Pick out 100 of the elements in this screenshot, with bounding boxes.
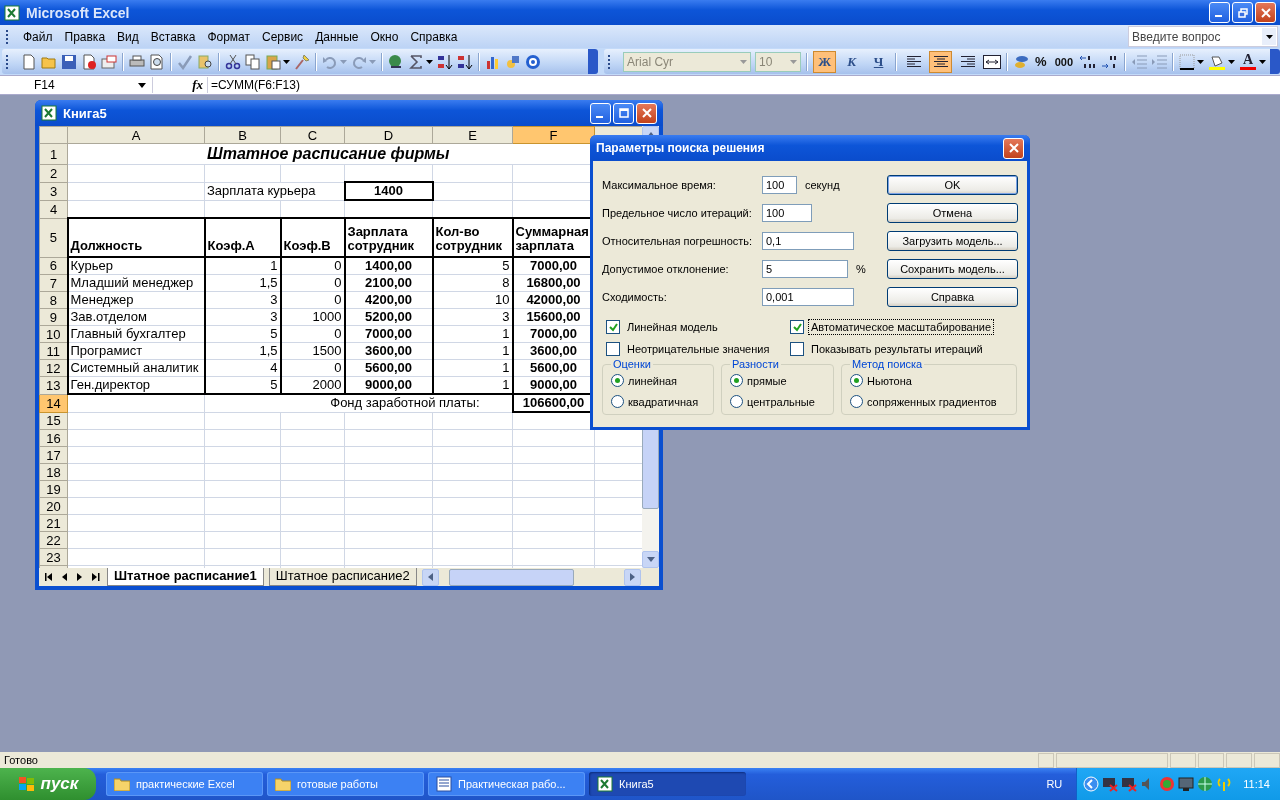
paint-bucket-icon[interactable] <box>1208 53 1226 70</box>
help-search-field[interactable]: Введите вопрос <box>1128 26 1278 47</box>
column-header[interactable]: A <box>67 126 205 144</box>
merge-cells-icon[interactable] <box>983 54 1002 69</box>
menu-item[interactable]: Формат <box>201 27 257 46</box>
sort-ascending-icon[interactable] <box>437 53 453 70</box>
caret-icon[interactable] <box>1228 59 1235 64</box>
input-field[interactable]: 100 <box>762 204 812 222</box>
checkbox[interactable] <box>606 320 620 334</box>
menu-item[interactable]: Вид <box>111 27 145 46</box>
name-box[interactable]: F14 <box>0 77 153 93</box>
chevron-icon[interactable] <box>1083 776 1100 792</box>
clipboard-icon[interactable] <box>265 53 281 70</box>
input-field[interactable]: 5 <box>762 260 848 278</box>
font-style-button[interactable]: К <box>840 50 864 73</box>
caret-icon[interactable] <box>426 59 433 64</box>
checkbox[interactable] <box>790 342 804 356</box>
scroll-thumb[interactable] <box>448 568 574 586</box>
column-header[interactable]: D <box>344 126 433 144</box>
input-field[interactable]: 0,1 <box>762 232 854 250</box>
menu-item[interactable]: Файл <box>17 27 59 46</box>
close-button[interactable] <box>636 102 657 124</box>
row-header[interactable]: 5 <box>39 218 68 257</box>
dialog-button[interactable]: OK <box>887 175 1018 195</box>
taskbar-button[interactable]: готовые работы <box>267 772 424 796</box>
row-header[interactable]: 1 <box>39 143 68 165</box>
taskbar-button[interactable]: практические Excel <box>106 772 263 796</box>
close-button[interactable] <box>1255 2 1276 23</box>
last-sheet-icon[interactable] <box>92 573 100 581</box>
increase-decimal-icon[interactable] <box>1079 53 1097 70</box>
globe-icon[interactable] <box>388 53 404 70</box>
help-icon[interactable] <box>525 53 541 70</box>
radio-button[interactable] <box>730 374 743 387</box>
menu-item[interactable]: Окно <box>364 27 405 46</box>
menu-item[interactable]: Справка <box>404 27 464 46</box>
column-header[interactable]: F <box>512 126 595 144</box>
checkbox[interactable] <box>790 320 804 334</box>
monitor-icon[interactable] <box>1178 776 1195 792</box>
radio-button[interactable] <box>611 395 624 408</box>
sort-descending-icon[interactable] <box>457 53 473 70</box>
align-button[interactable] <box>929 50 953 73</box>
scissors-icon[interactable] <box>225 53 241 70</box>
sigma-icon[interactable] <box>408 53 424 70</box>
dialog-button[interactable]: Загрузить модель... <box>887 231 1018 251</box>
radio-button[interactable] <box>850 374 863 387</box>
book-magnifier-icon[interactable] <box>197 53 213 70</box>
maximize-button[interactable] <box>613 102 634 124</box>
dialog-button[interactable]: Отмена <box>887 203 1018 223</box>
radio-button[interactable] <box>850 395 863 408</box>
shapes-icon[interactable] <box>505 53 521 70</box>
menu-item[interactable]: Вставка <box>144 27 202 46</box>
toolbar-grip[interactable] <box>6 29 11 44</box>
envelope-icon[interactable] <box>101 53 117 70</box>
coins-icon[interactable] <box>1013 53 1030 70</box>
caret-icon[interactable] <box>283 59 290 64</box>
radio-button[interactable] <box>611 374 624 387</box>
decrease-decimal-icon[interactable] <box>1101 53 1119 70</box>
sheet-tab[interactable]: Штатное расписание2 <box>268 568 417 586</box>
checkbox[interactable] <box>606 342 620 356</box>
scroll-down-button[interactable] <box>642 551 659 568</box>
column-header[interactable]: C <box>280 126 345 144</box>
checkmark-icon[interactable] <box>177 53 193 70</box>
menu-item[interactable]: Данные <box>309 27 365 46</box>
radio-button[interactable] <box>730 395 743 408</box>
close-button[interactable] <box>1003 137 1024 159</box>
thousands-button[interactable]: 000 <box>1052 55 1075 68</box>
magnifier-page-icon[interactable] <box>149 53 165 70</box>
taskbar-button[interactable]: Книга5 <box>589 772 746 796</box>
caret-icon[interactable] <box>1259 59 1266 64</box>
monitor-icon[interactable] <box>1102 776 1119 792</box>
borders-icon[interactable] <box>1179 53 1195 70</box>
printer-icon[interactable] <box>129 53 145 70</box>
restore-button[interactable] <box>1232 2 1253 23</box>
input-field[interactable]: 0,001 <box>762 288 854 306</box>
brush-icon[interactable] <box>294 53 310 70</box>
next-sheet-icon[interactable] <box>77 573 83 581</box>
sheet-tab[interactable]: Штатное расписание1 <box>107 568 264 586</box>
input-field[interactable]: 100 <box>762 176 797 194</box>
document-stop-icon[interactable] <box>81 53 97 70</box>
previous-sheet-icon[interactable] <box>62 573 68 581</box>
column-header[interactable]: E <box>432 126 513 144</box>
menu-item[interactable]: Сервис <box>256 27 310 46</box>
caret-icon[interactable] <box>1197 59 1204 64</box>
formula-field[interactable]: =СУММ(F6:F13) <box>207 77 1280 93</box>
menu-item[interactable]: Правка <box>58 27 112 46</box>
scroll-left-button[interactable] <box>421 568 439 586</box>
minimize-button[interactable] <box>590 102 611 124</box>
dialog-button[interactable]: Сохранить модель... <box>887 259 1018 279</box>
toolbar-options-button[interactable] <box>588 49 599 74</box>
font-style-button[interactable]: Ч <box>867 50 891 73</box>
copy-icon[interactable] <box>245 53 261 70</box>
first-sheet-icon[interactable] <box>45 573 53 581</box>
new-document-icon[interactable] <box>21 53 37 70</box>
monitor-icon[interactable] <box>1121 776 1138 792</box>
percent-button[interactable]: % <box>1033 54 1049 69</box>
scroll-right-button[interactable] <box>624 568 641 586</box>
dialog-button[interactable]: Справка <box>887 287 1018 307</box>
insert-function-button[interactable]: fx <box>153 77 207 93</box>
column-header[interactable]: B <box>204 126 281 144</box>
minimize-button[interactable] <box>1209 2 1230 23</box>
